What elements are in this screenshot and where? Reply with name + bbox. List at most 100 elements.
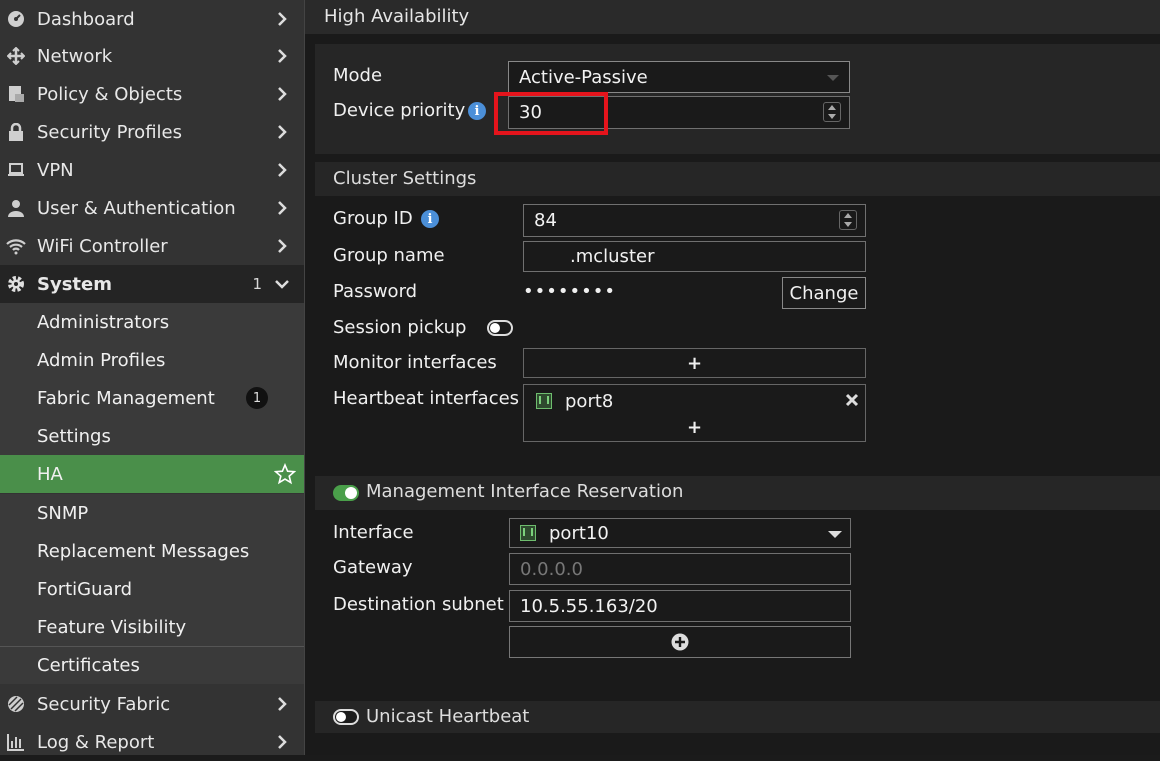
- add-heartbeat-interface-button[interactable]: +: [524, 417, 865, 438]
- mode-label: Mode: [333, 65, 383, 86]
- nav-label: WiFi Controller: [37, 235, 168, 257]
- main-content: High Availability Mode Active-Passive De…: [305, 0, 1160, 755]
- system-count: 1: [252, 275, 262, 293]
- sidebar-item-label: HA: [37, 463, 63, 485]
- sidebar-item-label: Replacement Messages: [37, 540, 250, 562]
- nav-label: Policy & Objects: [37, 83, 183, 105]
- wifi-icon: [6, 236, 26, 256]
- sidebar-item-label: Fabric Management: [37, 387, 215, 409]
- group-id-input[interactable]: 84: [523, 204, 866, 237]
- add-subnet-button[interactable]: [509, 626, 851, 658]
- chevron-right-icon: [278, 697, 287, 711]
- group-id-label: Group ID: [333, 208, 413, 229]
- policy-icon: [6, 84, 26, 104]
- interface-select[interactable]: port10: [509, 518, 851, 548]
- sidebar-item-replacement-messages[interactable]: Replacement Messages: [0, 532, 304, 570]
- password-value: ••••••••: [523, 281, 616, 302]
- nav-network[interactable]: Network: [0, 37, 304, 75]
- fabric-icon: [6, 694, 26, 714]
- chevron-right-icon: [278, 125, 287, 139]
- sidebar-item-feature-visibility[interactable]: Feature Visibility: [0, 608, 304, 646]
- chevron-right-icon: [278, 201, 287, 215]
- section-title: Unicast Heartbeat: [366, 706, 530, 727]
- nav-user-authentication[interactable]: User & Authentication: [0, 189, 304, 227]
- nav-vpn[interactable]: VPN: [0, 151, 304, 189]
- star-favorite-icon[interactable]: [274, 463, 296, 485]
- password-label: Password: [333, 281, 418, 302]
- gear-icon: [6, 274, 26, 294]
- nav-label: Log & Report: [37, 731, 155, 753]
- add-monitor-interface-button[interactable]: +: [523, 348, 866, 378]
- report-icon: [6, 732, 26, 752]
- remove-icon[interactable]: [845, 393, 859, 407]
- interface-value: port10: [549, 522, 609, 544]
- nav-security-profiles[interactable]: Security Profiles: [0, 113, 304, 151]
- nav-log-report[interactable]: Log & Report: [0, 723, 304, 761]
- gateway-input[interactable]: 0.0.0.0: [509, 553, 851, 585]
- sidebar-item-label: Settings: [37, 425, 111, 447]
- destination-subnet-value: 10.5.55.163/20: [520, 595, 658, 617]
- sidebar-item-label: FortiGuard: [37, 578, 133, 600]
- chevron-right-icon: [278, 12, 287, 26]
- sidebar-item-ha[interactable]: HA: [0, 455, 304, 493]
- dashboard-icon: [6, 9, 26, 29]
- ethernet-port-icon: [536, 393, 552, 409]
- mgmt-reservation-toggle[interactable]: [333, 485, 359, 501]
- user-icon: [6, 198, 26, 218]
- nav-security-fabric[interactable]: Security Fabric: [0, 685, 304, 723]
- nav-dashboard[interactable]: Dashboard: [0, 0, 304, 38]
- chevron-down-icon: [275, 280, 289, 289]
- ethernet-port-icon: [520, 525, 536, 541]
- gateway-label: Gateway: [333, 557, 413, 578]
- network-move-icon: [6, 46, 26, 66]
- chevron-down-icon: [827, 75, 839, 81]
- sidebar-item-administrators[interactable]: Administrators: [0, 303, 304, 341]
- chevron-down-icon: [828, 531, 842, 538]
- group-name-value: .mcluster: [570, 246, 655, 267]
- nav-label: Security Profiles: [37, 121, 182, 143]
- destination-subnet-input[interactable]: 10.5.55.163/20: [509, 590, 851, 622]
- nav-policy-objects[interactable]: Policy & Objects: [0, 75, 304, 113]
- nav-label: Network: [37, 45, 113, 67]
- chevron-right-icon: [278, 735, 287, 749]
- sidebar-item-fabric-management[interactable]: Fabric Management 1: [0, 379, 304, 417]
- heartbeat-port-item: port8: [536, 390, 613, 412]
- heartbeat-port-label: port8: [565, 390, 614, 412]
- number-stepper[interactable]: [839, 210, 857, 230]
- sidebar-item-snmp[interactable]: SNMP: [0, 494, 304, 532]
- section-title: Cluster Settings: [333, 168, 477, 189]
- chevron-right-icon: [278, 239, 287, 253]
- info-icon[interactable]: i: [421, 210, 439, 228]
- mgmt-panel-header: Management Interface Reservation: [315, 476, 1160, 510]
- lock-icon: [6, 122, 26, 142]
- chevron-right-icon: [278, 163, 287, 177]
- sidebar-item-label: Feature Visibility: [37, 616, 187, 638]
- group-name-label: Group name: [333, 245, 445, 266]
- interface-label: Interface: [333, 522, 414, 543]
- number-stepper[interactable]: [823, 102, 841, 122]
- unicast-heartbeat-toggle[interactable]: [333, 709, 359, 725]
- change-password-button[interactable]: Change: [782, 277, 866, 309]
- nav-label: VPN: [37, 159, 74, 181]
- unicast-panel-header: Unicast Heartbeat: [315, 701, 1160, 733]
- sidebar-item-admin-profiles[interactable]: Admin Profiles: [0, 341, 304, 379]
- nav-system-label: System: [37, 273, 112, 295]
- sidebar-item-settings[interactable]: Settings: [0, 417, 304, 455]
- sidebar-item-label: Certificates: [37, 655, 140, 676]
- plus-circle-icon: [671, 633, 689, 651]
- chevron-right-icon: [278, 87, 287, 101]
- nav-label: Security Fabric: [37, 693, 171, 715]
- sidebar-item-fortiguard[interactable]: FortiGuard: [0, 570, 304, 608]
- sidebar: Dashboard Network Policy & Objects Secur…: [0, 0, 305, 755]
- session-pickup-label: Session pickup: [333, 317, 467, 338]
- sidebar-item-certificates[interactable]: Certificates: [0, 646, 304, 684]
- page-title: High Availability: [324, 6, 470, 27]
- nav-system[interactable]: System 1: [0, 265, 304, 303]
- group-name-input[interactable]: .mcluster: [523, 241, 866, 272]
- mode-select[interactable]: Active-Passive: [508, 61, 850, 93]
- chevron-right-icon: [278, 49, 287, 63]
- info-icon[interactable]: i: [468, 102, 486, 120]
- session-pickup-toggle[interactable]: [487, 320, 513, 336]
- nav-wifi-controller[interactable]: WiFi Controller: [0, 227, 304, 265]
- laptop-icon: [6, 160, 26, 180]
